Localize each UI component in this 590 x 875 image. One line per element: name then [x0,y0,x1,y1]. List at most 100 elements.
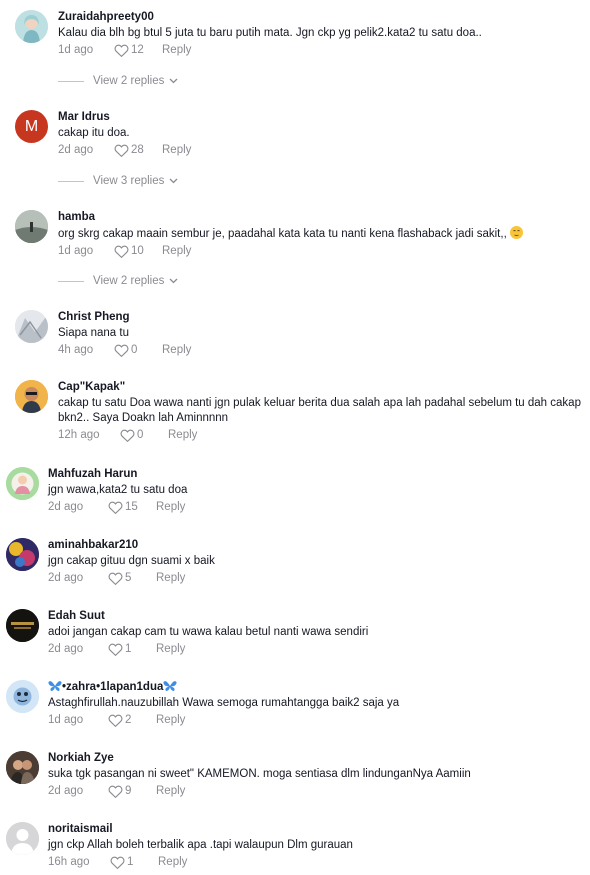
avatar[interactable] [6,467,39,500]
heart-icon [114,344,129,357]
heart-icon [108,785,123,798]
reply-button[interactable]: Reply [162,144,191,156]
like-button[interactable]: 28 [114,144,162,157]
comment-text: jgn wawa,kata2 tu satu doa [48,484,188,496]
avatar[interactable] [6,751,39,784]
heart-icon [114,245,129,258]
heart-icon [108,714,123,727]
comment-username[interactable]: aminahbakar210 [48,538,582,552]
comment-username[interactable]: noritaismail [48,822,582,836]
like-button[interactable]: 2 [108,714,156,727]
comment-age: 2d ago [48,501,84,513]
view-replies-button[interactable]: View 2 replies [58,273,178,289]
like-count: 2 [125,714,132,726]
comment-username[interactable]: Christ Pheng [58,310,582,324]
comment-meta: 4h ago 0 Reply [58,342,582,358]
comment-meta: 1d ago 2 Reply [48,712,582,728]
comment-text: Siapa nana tu [58,327,129,339]
like-button[interactable]: 5 [108,572,156,585]
comment-meta: 1d ago 10 Reply [58,243,582,259]
chevron-down-icon [169,78,178,84]
comment-meta: 1d ago 12 Reply [58,42,582,58]
view-replies-label: View 3 replies [93,175,165,187]
reply-button[interactable]: Reply [162,344,191,356]
comment-text: Kalau dia blh bg btul 5 juta tu baru put… [58,27,482,39]
avatar[interactable] [6,609,39,642]
avatar[interactable] [15,210,48,243]
comment-age: 12h ago [58,429,100,441]
heart-icon [120,429,135,442]
like-count: 9 [125,785,132,797]
comment-text: cakap tu satu Doa wawa nanti jgn pulak k… [58,397,581,424]
like-button[interactable]: 1 [110,856,158,869]
comment-text-content: org skrg cakap maain sembur je, paadahal… [58,228,507,240]
like-count: 12 [131,44,144,56]
comment-meta: 16h ago 1 Reply [48,854,582,870]
comment-text: org skrg cakap maain sembur je, paadahal… [58,226,582,242]
comment-meta: 2d ago 1 Reply [48,641,582,657]
avatar[interactable] [15,10,48,43]
comment-username[interactable]: Mar Idrus [58,110,582,124]
like-button[interactable]: 0 [120,429,168,442]
comment-username[interactable]: Mahfuzah Harun [48,467,582,481]
chevron-down-icon [169,178,178,184]
like-button[interactable]: 12 [114,44,162,57]
reply-button[interactable]: Reply [156,785,185,797]
comment-username[interactable]: Edah Suut [48,609,582,623]
reply-button[interactable]: Reply [162,44,191,56]
like-button[interactable]: 1 [108,643,156,656]
comment-text: adoi jangan cakap cam tu wawa kalau betu… [48,626,369,638]
avatar[interactable] [15,310,48,343]
like-count: 1 [125,643,132,655]
chevron-down-icon [169,278,178,284]
view-replies-button[interactable]: View 2 replies [58,73,178,89]
divider [58,280,84,282]
comment-text: cakap itu doa. [58,127,130,139]
reply-button[interactable]: Reply [156,714,185,726]
comment-age: 2d ago [48,572,84,584]
avatar[interactable] [6,680,39,713]
comment-text: suka tgk pasangan ni sweet" KAMEMON. mog… [48,768,471,780]
view-replies-button[interactable]: View 3 replies [58,173,178,189]
comment-age: 4h ago [58,344,94,356]
reply-button[interactable]: Reply [156,572,185,584]
comment-text: Astaghfirullah.nauzubillah Wawa semoga r… [48,697,400,709]
comment-username[interactable]: Zuraidahpreety00 [58,10,582,24]
like-count: 0 [137,429,144,441]
avatar[interactable]: M [15,110,48,143]
default-avatar-icon [6,822,39,855]
like-count: 15 [125,501,138,513]
username-text: •zahra•1lapan1dua [62,681,164,693]
comment-text: jgn ckp Allah boleh terbalik apa .tapi w… [48,839,353,851]
like-button[interactable]: 15 [108,501,156,514]
comment-age: 2d ago [48,643,84,655]
butterfly-icon [48,681,62,691]
heart-icon [114,144,129,157]
like-button[interactable]: 10 [114,245,162,258]
comment-meta: 2d ago 9 Reply [48,783,582,799]
comment-username[interactable]: hamba [58,210,582,224]
reply-button[interactable]: Reply [156,501,185,513]
reply-button[interactable]: Reply [168,429,197,441]
comment-age: 16h ago [48,856,90,868]
like-count: 0 [131,344,138,356]
comment-username[interactable]: Norkiah Zye [48,751,582,765]
emoji-relieved-icon [509,226,523,239]
comment-username[interactable]: •zahra•1lapan1dua [48,680,582,694]
avatar[interactable] [6,538,39,571]
view-replies-label: View 2 replies [93,275,165,287]
comment-text: jgn cakap gituu dgn suami x baik [48,555,215,567]
comment-username[interactable]: Cap"Kapak" [58,380,582,394]
butterfly-icon [163,681,177,691]
comment-age: 1d ago [48,714,84,726]
like-button[interactable]: 9 [108,785,156,798]
reply-button[interactable]: Reply [162,245,191,257]
avatar[interactable] [6,822,39,855]
reply-button[interactable]: Reply [156,643,185,655]
comment-age: 1d ago [58,44,94,56]
like-button[interactable]: 0 [114,344,162,357]
avatar[interactable] [15,380,48,413]
heart-icon [114,44,129,57]
comment-meta: 12h ago 0 Reply [58,427,582,443]
reply-button[interactable]: Reply [158,856,187,868]
